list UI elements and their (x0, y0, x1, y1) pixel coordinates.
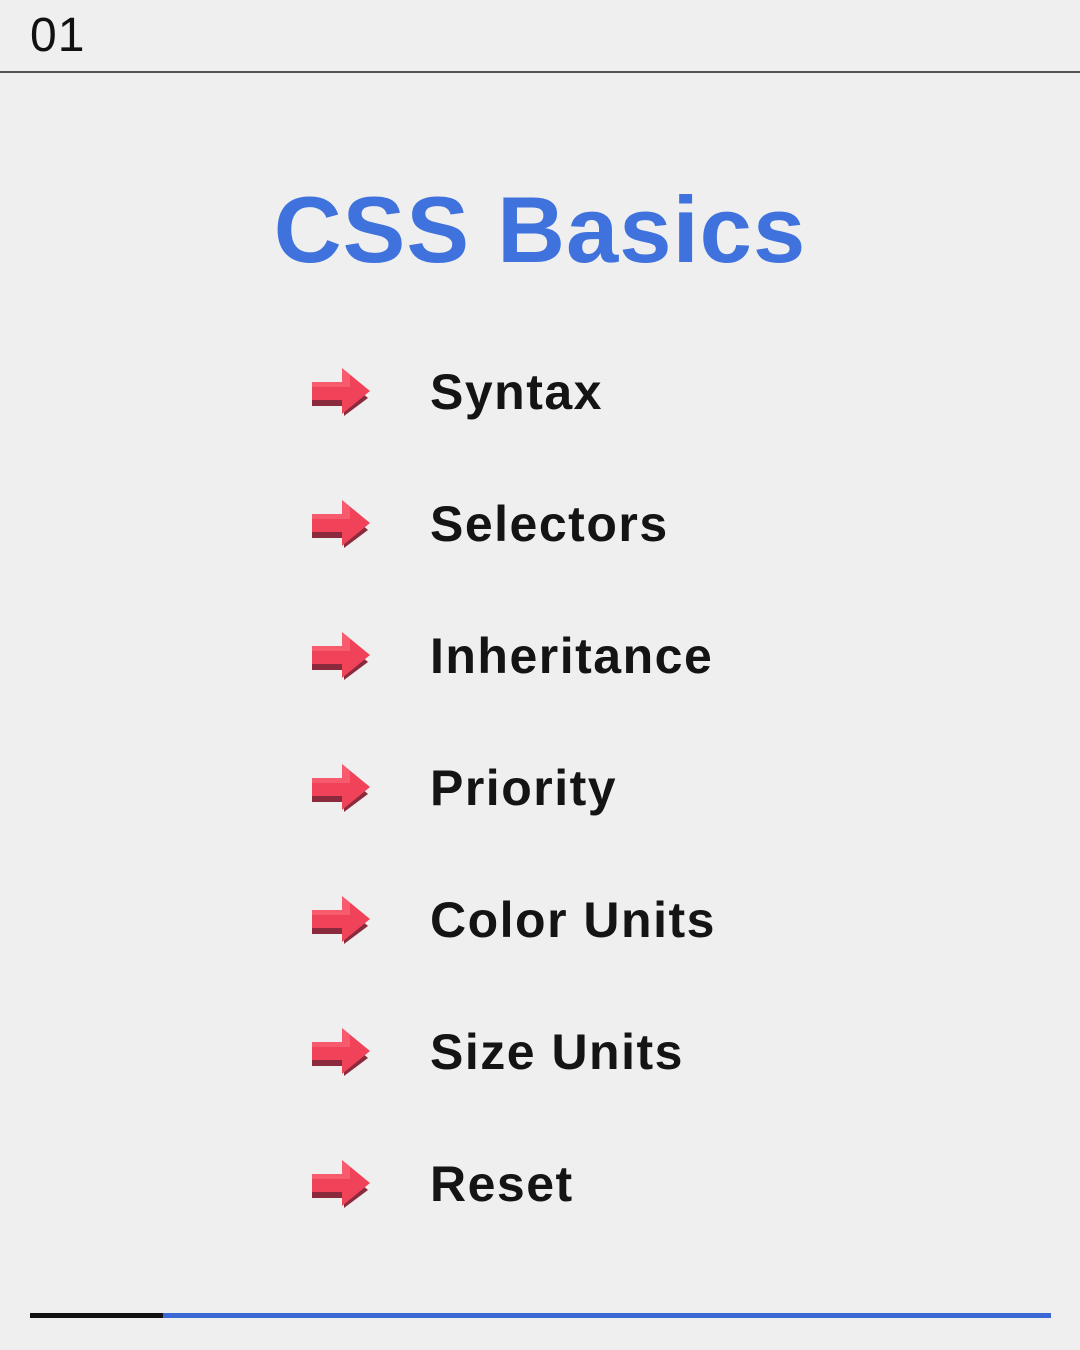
page-number: 01 (30, 9, 86, 62)
topic-item: Size Units (310, 986, 716, 1118)
topic-item: Inheritance (310, 590, 716, 722)
top-divider (0, 71, 1080, 73)
topic-label: Size Units (430, 1024, 684, 1080)
topic-item: Reset (310, 1118, 716, 1250)
right-arrow-icon (312, 1028, 370, 1076)
page-title: CSS Basics (273, 177, 807, 282)
topic-label: Syntax (430, 364, 603, 420)
topic-item: Color Units (310, 854, 716, 986)
topic-label: Reset (430, 1156, 574, 1212)
topic-item: Priority (310, 722, 716, 854)
topic-item: Selectors (310, 458, 716, 590)
topic-label: Priority (430, 760, 618, 816)
right-arrow-icon (312, 500, 370, 548)
right-arrow-icon (312, 1160, 370, 1208)
topic-item: Syntax (310, 326, 716, 458)
progress-bar (30, 1313, 1051, 1318)
topic-label: Selectors (430, 496, 669, 552)
topic-list: Syntax Selectors Inheritance Priority Color … (310, 326, 716, 1250)
progress-bar-fill (30, 1313, 163, 1318)
topic-label: Color Units (430, 892, 716, 948)
right-arrow-icon (312, 368, 370, 416)
progress-bar-remaining (163, 1313, 1051, 1318)
right-arrow-icon (312, 632, 370, 680)
right-arrow-icon (312, 896, 370, 944)
topic-label: Inheritance (430, 628, 714, 684)
right-arrow-icon (312, 764, 370, 812)
